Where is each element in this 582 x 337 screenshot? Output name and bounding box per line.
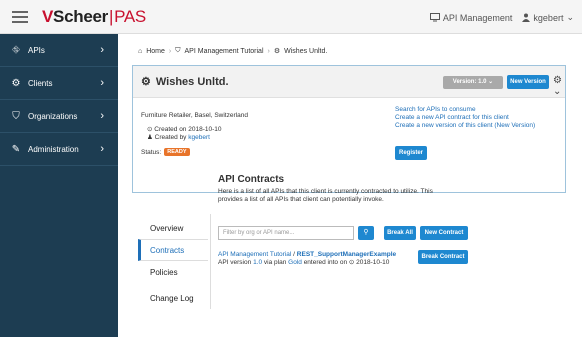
tab-contracts[interactable]: Contracts: [138, 239, 208, 261]
contract-version-link[interactable]: 1.0: [253, 259, 262, 266]
chevron-down-icon: ⌄: [566, 12, 574, 22]
status-row: Status: READY: [141, 148, 190, 156]
top-bar: VScheer|PAS API Management kgebert ⌄: [0, 0, 582, 34]
contract-org-link[interactable]: API Management Tutorial: [218, 251, 291, 258]
breadcrumb-org-icon: ⛉: [175, 47, 181, 54]
tab-policies[interactable]: Policies: [138, 261, 208, 283]
contract-api-link[interactable]: REST_SupportManagerExample: [297, 251, 396, 258]
clock-icon: ⊙: [147, 126, 153, 133]
tab-change-log[interactable]: Change Log: [138, 283, 208, 315]
client-description: Furniture Retailer, Basel, Switzerland: [141, 112, 248, 119]
new-version-button[interactable]: New Version: [507, 75, 549, 89]
register-button[interactable]: Register: [395, 146, 427, 160]
create-contract-link[interactable]: Create a new API contract for this clien…: [395, 114, 535, 122]
search-icon: ⚲: [363, 229, 369, 236]
cogs-icon: ⚙: [141, 76, 151, 88]
api-management-link[interactable]: API Management: [429, 13, 512, 23]
created-by-link[interactable]: kgebert: [188, 134, 210, 141]
user-menu[interactable]: kgebert ⌄: [522, 12, 574, 23]
tabs-divider: [210, 214, 211, 309]
hamburger-icon[interactable]: [12, 11, 28, 23]
chevron-right-icon: ›: [100, 143, 104, 155]
breadcrumb-client: Wishes Unltd.: [284, 47, 328, 55]
version-dropdown[interactable]: Version: 1.0 ⌄: [443, 76, 503, 89]
new-contract-button[interactable]: New Contract: [420, 226, 468, 240]
breadcrumb-org[interactable]: API Management Tutorial: [185, 48, 264, 55]
client-meta: ⊙ Created on 2018-10-10 ♟ Created by kge…: [147, 126, 222, 141]
shield-icon: ⛉: [12, 110, 20, 122]
client-actions: Search for APIs to consume Create a new …: [395, 106, 535, 130]
search-button[interactable]: ⚲: [358, 226, 374, 240]
sidebar-item-administration[interactable]: ✎ Administration ›: [0, 133, 118, 166]
breadcrumb-client-icon: ⚙: [273, 48, 281, 55]
search-apis-link[interactable]: Search for APIs to consume: [395, 106, 535, 114]
wrench-icon: ✎: [11, 143, 21, 155]
chevron-right-icon: ›: [100, 44, 104, 56]
tab-overview[interactable]: Overview: [138, 217, 208, 239]
create-version-link[interactable]: Create a new version of this client (New…: [395, 122, 535, 130]
clock-icon: ⊙: [348, 259, 355, 266]
contract-row: API Management Tutorial / REST_SupportMa…: [218, 251, 397, 266]
contracts-intro: Here is a list of all APIs that this cli…: [218, 188, 433, 203]
sidebar-item-organizations[interactable]: ⛉ Organizations ›: [0, 100, 118, 133]
contracts-panel: API Contracts Here is a list of all APIs…: [218, 174, 568, 266]
gear-icon[interactable]: ⚙ ⌄: [553, 75, 565, 97]
chevron-right-icon: ›: [100, 77, 104, 89]
app-logo[interactable]: VScheer|PAS: [42, 7, 146, 27]
page-title: ⚙ Wishes Unltd.: [141, 75, 229, 89]
contract-plan-link[interactable]: Gold: [288, 259, 302, 266]
sidebar: ⛗ APIs › ⚙ Clients › ⛉ Organizations › ✎…: [0, 34, 118, 337]
home-icon: ⌂: [138, 47, 143, 55]
chevron-right-icon: ›: [100, 110, 104, 122]
status-badge: READY: [164, 148, 190, 156]
monitor-icon: [429, 13, 440, 22]
user-icon: ♟: [147, 134, 153, 141]
breadcrumb-home[interactable]: Home: [146, 48, 165, 55]
main-content: ⌂ Home › ⛉ API Management Tutorial › ⚙ W…: [118, 34, 582, 337]
filter-input[interactable]: Filter by org or API name...: [218, 226, 354, 240]
break-all-button[interactable]: Break All: [384, 226, 416, 240]
sidebar-item-apis[interactable]: ⛗ APIs ›: [0, 34, 118, 67]
contracts-heading: API Contracts: [218, 174, 285, 185]
user-icon: [522, 13, 531, 22]
breadcrumb: ⌂ Home › ⛉ API Management Tutorial › ⚙ W…: [138, 47, 328, 55]
cogs-icon: ⚙: [11, 77, 21, 89]
apis-icon: ⛗: [12, 44, 20, 56]
sidebar-item-clients[interactable]: ⚙ Clients ›: [0, 67, 118, 100]
break-contract-button[interactable]: Break Contract: [418, 250, 468, 264]
tab-list: Overview Contracts Policies Change Log: [138, 217, 208, 315]
